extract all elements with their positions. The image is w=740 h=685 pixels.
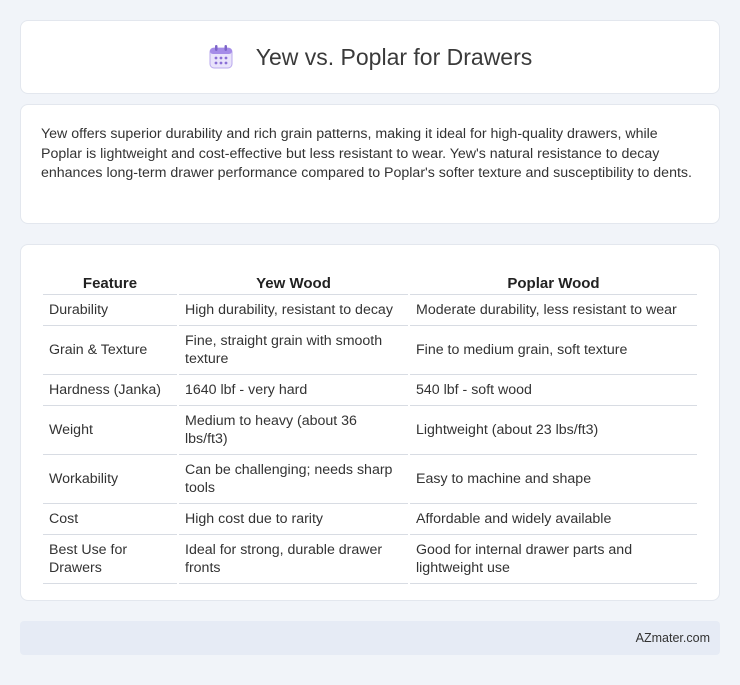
yew-cell: High cost due to rarity: [179, 504, 408, 535]
poplar-cell: Easy to machine and shape: [410, 455, 697, 504]
feature-cell: Workability: [43, 455, 177, 504]
table-header-row: Feature Yew Wood Poplar Wood: [43, 265, 697, 295]
poplar-cell: Lightweight (about 23 lbs/ft3): [410, 406, 697, 455]
header-yew: Yew Wood: [179, 265, 408, 295]
feature-cell: Grain & Texture: [43, 326, 177, 375]
table-row: Cost High cost due to rarity Affordable …: [43, 504, 697, 535]
header-feature: Feature: [43, 265, 177, 295]
feature-cell: Hardness (Janka): [43, 375, 177, 406]
yew-cell: Fine, straight grain with smooth texture: [179, 326, 408, 375]
comparison-table: Feature Yew Wood Poplar Wood Durability …: [41, 265, 699, 584]
table-row: Hardness (Janka) 1640 lbf - very hard 54…: [43, 375, 697, 406]
table-row: Workability Can be challenging; needs sh…: [43, 455, 697, 504]
poplar-cell: Affordable and widely available: [410, 504, 697, 535]
header-poplar: Poplar Wood: [410, 265, 697, 295]
poplar-cell: Fine to medium grain, soft texture: [410, 326, 697, 375]
comparison-card: Feature Yew Wood Poplar Wood Durability …: [20, 244, 720, 601]
footer-brand-link[interactable]: AZmater.com: [636, 631, 710, 645]
feature-cell: Weight: [43, 406, 177, 455]
page-title: Yew vs. Poplar for Drawers: [255, 43, 533, 70]
table-row: Grain & Texture Fine, straight grain wit…: [43, 326, 697, 375]
table-row: Weight Medium to heavy (about 36 lbs/ft3…: [43, 406, 697, 455]
summary-text: Yew offers superior durability and rich …: [41, 126, 692, 181]
table-row: Best Use for Drawers Ideal for strong, d…: [43, 535, 697, 584]
poplar-cell: Good for internal drawer parts and light…: [410, 535, 697, 584]
table-row: Durability High durability, resistant to…: [43, 295, 697, 326]
yew-cell: Can be challenging; needs sharp tools: [179, 455, 408, 504]
title-card: Yew vs. Poplar for Drawers: [20, 20, 720, 94]
calendar-icon: [208, 44, 234, 70]
yew-cell: High durability, resistant to decay: [179, 295, 408, 326]
feature-cell: Best Use for Drawers: [43, 535, 177, 584]
yew-cell: 1640 lbf - very hard: [179, 375, 408, 406]
feature-cell: Durability: [43, 295, 177, 326]
summary-card: Yew offers superior durability and rich …: [20, 104, 720, 224]
yew-cell: Ideal for strong, durable drawer fronts: [179, 535, 408, 584]
feature-cell: Cost: [43, 504, 177, 535]
poplar-cell: Moderate durability, less resistant to w…: [410, 295, 697, 326]
poplar-cell: 540 lbf - soft wood: [410, 375, 697, 406]
footer: AZmater.com: [20, 621, 720, 655]
yew-cell: Medium to heavy (about 36 lbs/ft3): [179, 406, 408, 455]
